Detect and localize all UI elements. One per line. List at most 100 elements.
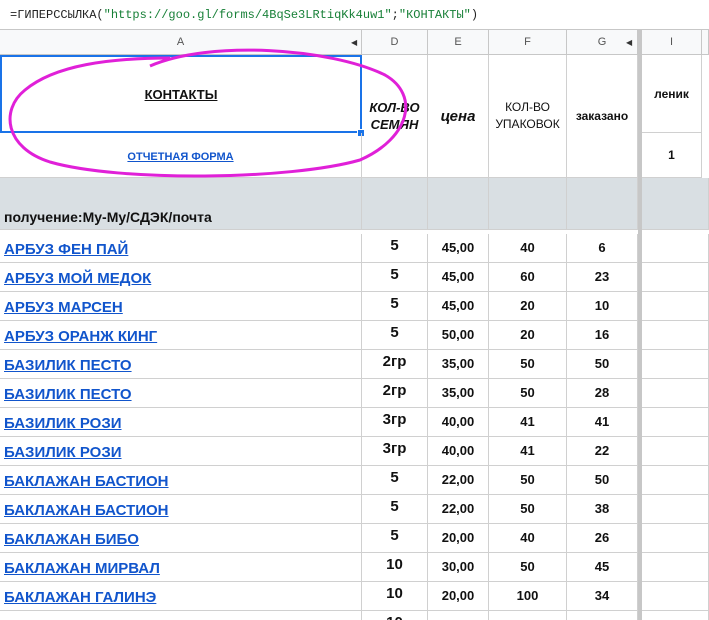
price-cell[interactable]: 35,00 — [428, 379, 489, 408]
product-link[interactable]: БАЗИЛИК РОЗИ — [0, 415, 122, 432]
seeds-cell[interactable]: 10 — [362, 553, 428, 582]
col-i-cell[interactable] — [642, 466, 709, 495]
packs-cell[interactable]: 50 — [489, 553, 567, 582]
packs-cell[interactable]: 41 — [489, 437, 567, 466]
packs-cell[interactable]: 20 — [489, 292, 567, 321]
ordered-cell[interactable]: 45 — [567, 553, 638, 582]
ordered-cell[interactable]: 22 — [567, 437, 638, 466]
seeds-cell[interactable]: 2гр — [362, 350, 428, 379]
product-link[interactable]: АРБУЗ ОРАНЖ КИНГ — [0, 328, 157, 345]
packs-cell[interactable]: 40 — [489, 524, 567, 553]
delivery-cell[interactable]: получение:Му-Му/СДЭК/почта — [0, 178, 362, 230]
product-link[interactable]: БАЗИЛИК ПЕСТО — [0, 357, 132, 374]
product-name-cell[interactable]: БАЗИЛИК ПЕСТО — [0, 350, 362, 379]
column-header-a[interactable]: A — [0, 30, 362, 55]
seeds-cell[interactable]: 10 — [362, 582, 428, 611]
price-cell[interactable]: 22,00 — [428, 495, 489, 524]
price-cell[interactable]: 50,00 — [428, 321, 489, 350]
col-i-cell[interactable] — [642, 379, 709, 408]
product-link[interactable]: АРБУЗ ФЕН ПАЙ — [0, 241, 128, 258]
spreadsheet-grid[interactable]: A ◀ ▶ D E F G ◀ ▶ I КОНТАКТЫ ОТЧЕТНАЯ ФО… — [0, 30, 709, 620]
packs-cell[interactable]: 50 — [489, 466, 567, 495]
ordered-cell[interactable]: 34 — [567, 582, 638, 611]
price-cell[interactable]: 40,00 — [428, 437, 489, 466]
seeds-cell[interactable]: 5 — [362, 292, 428, 321]
product-name-cell[interactable]: БАЗИЛИК РОЗИ — [0, 437, 362, 466]
price-cell[interactable]: 35,00 — [428, 350, 489, 379]
product-link[interactable]: БАКЛАЖАН БАСТИОН — [0, 473, 169, 490]
packs-cell[interactable]: 40 — [489, 234, 567, 263]
product-name-cell[interactable]: АРБУЗ ФЕН ПАЙ — [0, 234, 362, 263]
formula-bar[interactable]: =ГИПЕРССЫЛКА("https://goo.gl/forms/4BqSe… — [0, 0, 709, 30]
product-name-cell[interactable]: АРБУЗ ОРАНЖ КИНГ — [0, 321, 362, 350]
ordered-cell[interactable]: 16 — [567, 321, 638, 350]
product-link[interactable]: БАЗИЛИК ПЕСТО — [0, 386, 132, 403]
column-header-next[interactable] — [702, 30, 709, 55]
price-cell[interactable]: 55,00 — [428, 611, 489, 620]
seeds-cell[interactable]: 3гр — [362, 408, 428, 437]
col-i-cell[interactable] — [642, 582, 709, 611]
seeds-cell[interactable]: 5 — [362, 495, 428, 524]
col-i-cell[interactable] — [642, 611, 709, 620]
band-cell[interactable] — [642, 178, 709, 230]
col-i-cell[interactable] — [642, 553, 709, 582]
ordered-cell[interactable]: 50 — [567, 466, 638, 495]
packs-cell[interactable]: 60 — [489, 263, 567, 292]
col-i-cell[interactable] — [642, 495, 709, 524]
seeds-cell[interactable]: 2гр — [362, 379, 428, 408]
band-cell[interactable] — [428, 178, 489, 230]
seeds-cell[interactable]: 5 — [362, 466, 428, 495]
col-i-cell[interactable] — [642, 292, 709, 321]
seeds-cell[interactable]: 3гр — [362, 437, 428, 466]
price-cell[interactable]: 20,00 — [428, 582, 489, 611]
product-name-cell[interactable]: БАКЛАЖАН МИРВАЛ — [0, 553, 362, 582]
band-cell[interactable] — [567, 178, 638, 230]
ordered-cell[interactable]: 10 — [567, 292, 638, 321]
ordered-cell[interactable]: 38 — [567, 495, 638, 524]
collapse-left-arrow-icon[interactable]: ◀ — [351, 30, 357, 55]
product-link[interactable]: БАКЛАЖАН БАСТИОН — [0, 502, 169, 519]
column-header-d[interactable]: D — [362, 30, 428, 55]
price-cell[interactable]: 30,00 — [428, 553, 489, 582]
packs-cell[interactable]: 50 — [489, 350, 567, 379]
ordered-cell[interactable]: 6 — [567, 234, 638, 263]
seeds-cell[interactable]: 5 — [362, 263, 428, 292]
product-name-cell[interactable]: БАКЛАЖАН БАСТИОН — [0, 495, 362, 524]
product-link[interactable]: БАЗИЛИК РОЗИ — [0, 444, 122, 461]
ordered-cell[interactable]: 50 — [567, 350, 638, 379]
packs-cell[interactable]: 50 — [489, 379, 567, 408]
seeds-cell[interactable]: 5 — [362, 321, 428, 350]
col-i-cell[interactable] — [642, 350, 709, 379]
col-i-cell[interactable] — [642, 437, 709, 466]
ordered-cell[interactable]: 28 — [567, 379, 638, 408]
price-cell[interactable]: 45,00 — [428, 263, 489, 292]
report-form-cell[interactable]: ОТЧЕТНАЯ ФОРМА — [0, 133, 362, 178]
product-link[interactable]: БАКЛАЖАН БИБО — [0, 531, 139, 548]
product-name-cell[interactable]: БАЗИЛИК ПЕСТО — [0, 379, 362, 408]
ordered-cell[interactable]: 30 — [567, 611, 638, 620]
column-header-i[interactable]: I — [642, 30, 702, 55]
product-name-cell[interactable]: АРБУЗ МАРСЕН — [0, 292, 362, 321]
product-link[interactable]: БАКЛАЖАН ГАЛИНЭ — [0, 589, 156, 606]
col-i-cell[interactable] — [642, 234, 709, 263]
product-name-cell[interactable] — [0, 611, 362, 620]
collapse-left-arrow-icon[interactable]: ◀ — [626, 30, 632, 55]
ordered-cell[interactable]: 41 — [567, 408, 638, 437]
packs-cell[interactable]: 100 — [489, 582, 567, 611]
seeds-cell[interactable]: 5 — [362, 524, 428, 553]
column-header-f[interactable]: F — [489, 30, 567, 55]
product-name-cell[interactable]: БАКЛАЖАН БАСТИОН — [0, 466, 362, 495]
col-i-cell[interactable] — [642, 263, 709, 292]
product-name-cell[interactable]: БАКЛАЖАН БИБО — [0, 524, 362, 553]
packs-cell[interactable]: 41 — [489, 408, 567, 437]
product-link[interactable]: БАКЛАЖАН МИРВАЛ — [0, 560, 160, 577]
contacts-cell[interactable]: КОНТАКТЫ — [0, 55, 362, 133]
price-cell[interactable]: 20,00 — [428, 524, 489, 553]
report-form-link[interactable]: ОТЧЕТНАЯ ФОРМА — [127, 151, 233, 163]
packs-cell[interactable]: 50 — [489, 495, 567, 524]
seeds-cell[interactable]: 5 — [362, 234, 428, 263]
seeds-cell[interactable]: 10 — [362, 611, 428, 620]
product-link[interactable]: АРБУЗ МОЙ МЕДОК — [0, 270, 151, 287]
contacts-link[interactable]: КОНТАКТЫ — [145, 87, 218, 102]
band-cell[interactable] — [362, 178, 428, 230]
